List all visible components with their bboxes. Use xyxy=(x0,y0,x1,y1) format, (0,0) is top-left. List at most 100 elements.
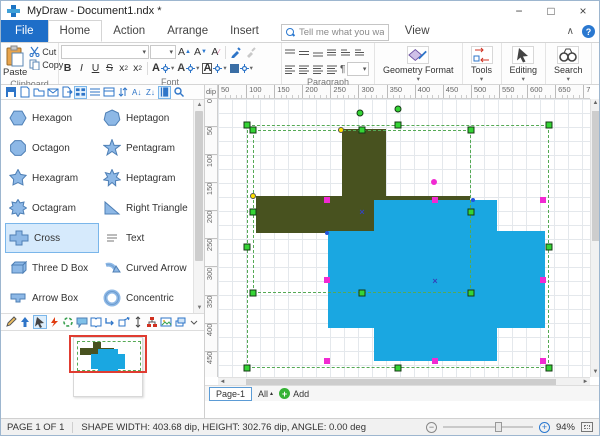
shape-rotation-handle[interactable] xyxy=(431,179,437,185)
align-middle-icon[interactable] xyxy=(298,48,310,59)
horizontal-scrollbar[interactable]: ◄► xyxy=(218,377,590,385)
v-arrows-tool-icon[interactable] xyxy=(131,315,144,329)
bullet-list-icon[interactable] xyxy=(326,48,338,59)
save-icon[interactable] xyxy=(4,86,17,99)
resize-handle[interactable] xyxy=(546,244,553,251)
connector-tool-icon[interactable] xyxy=(104,315,117,329)
resize-handle[interactable] xyxy=(359,127,366,134)
resize-handle[interactable] xyxy=(250,209,257,216)
zoom-slider[interactable] xyxy=(443,426,533,428)
resize-handle[interactable] xyxy=(468,209,475,216)
paragraph-mark-icon[interactable]: ¶ xyxy=(340,64,345,75)
tab-insert[interactable]: Insert xyxy=(219,20,270,42)
shape-handle[interactable] xyxy=(432,358,438,364)
sort-updown-icon[interactable] xyxy=(116,86,129,99)
add-page-button[interactable]: + Add xyxy=(279,388,309,399)
control-point-handle[interactable] xyxy=(250,193,256,199)
pointer-tool-icon[interactable] xyxy=(33,315,47,329)
shape-item-right-triangle[interactable]: Right Triangle xyxy=(99,193,193,223)
geometry-format-button[interactable]: Geometry Format▾ xyxy=(377,44,460,83)
loop-tool-icon[interactable] xyxy=(62,315,75,329)
resize-handle[interactable] xyxy=(546,365,553,372)
text-style-button[interactable]: A▾ xyxy=(176,62,200,74)
shape-item-cross[interactable]: Cross xyxy=(5,223,99,253)
grid-view-icon[interactable] xyxy=(74,86,87,99)
rotation-handle[interactable] xyxy=(395,106,402,113)
shape-item-octagon[interactable]: Octagon xyxy=(5,133,99,163)
lightning-tool-icon[interactable] xyxy=(48,315,61,329)
text-outline-button[interactable]: A▾ xyxy=(201,63,227,74)
shape-item-hexagon[interactable]: Hexagon xyxy=(5,103,99,133)
tab-action[interactable]: Action xyxy=(102,20,156,42)
editing-button[interactable]: Editing▾ xyxy=(504,44,544,83)
font-family-combo[interactable]: ▾ xyxy=(61,45,149,59)
resize-handle[interactable] xyxy=(359,290,366,297)
shape-item-heptagram[interactable]: Heptagram xyxy=(99,163,193,193)
rotation-handle[interactable] xyxy=(357,110,364,117)
font-size-combo[interactable]: ▾ xyxy=(150,45,176,59)
library-book-icon[interactable] xyxy=(158,86,171,99)
caret-down-tool-icon[interactable] xyxy=(187,315,200,329)
vertical-scrollbar[interactable]: ▲▼ xyxy=(590,99,599,377)
tab-home[interactable]: Home xyxy=(48,20,103,42)
shape-handle[interactable] xyxy=(324,197,330,203)
resize-handle[interactable] xyxy=(546,122,553,129)
align-top-icon[interactable] xyxy=(284,48,296,59)
shape-handle[interactable] xyxy=(540,277,546,283)
eyedropper-button[interactable] xyxy=(229,45,243,59)
underline-button[interactable]: U xyxy=(89,61,102,75)
picture-tool-icon[interactable] xyxy=(159,315,172,329)
grow-font-button[interactable]: A▲ xyxy=(177,45,192,59)
superscript-button[interactable]: x2 xyxy=(131,61,144,75)
tools-button[interactable]: Tools▾ xyxy=(465,44,499,83)
shape-fill-button[interactable]: ▾ xyxy=(229,64,254,73)
align-bottom-icon[interactable] xyxy=(312,48,324,59)
shape-handle[interactable] xyxy=(324,277,330,283)
shape-handle[interactable] xyxy=(432,197,438,203)
fit-page-icon[interactable] xyxy=(581,422,593,432)
export-doc-icon[interactable] xyxy=(60,86,73,99)
tab-view[interactable]: View xyxy=(394,20,441,42)
search-icon[interactable] xyxy=(172,86,185,99)
resize-handle[interactable] xyxy=(395,365,402,372)
shape-item-heptagon[interactable]: Heptagon xyxy=(99,103,193,133)
shape-item-concentric[interactable]: Concentric xyxy=(99,283,193,313)
align-left-icon[interactable] xyxy=(284,64,296,75)
all-pages-button[interactable]: All▴ xyxy=(258,389,273,399)
library-scrollbar[interactable]: ▲ ▼ xyxy=(193,100,204,313)
new-doc-icon[interactable] xyxy=(18,86,31,99)
search-button[interactable]: Search▾ xyxy=(548,44,589,83)
resize-handle[interactable] xyxy=(244,365,251,372)
close-button[interactable]: × xyxy=(567,1,599,21)
align-center-icon[interactable] xyxy=(298,64,310,75)
shape-handle[interactable] xyxy=(540,197,546,203)
list-view-icon[interactable] xyxy=(88,86,101,99)
paste-button[interactable]: Paste xyxy=(3,44,27,78)
shape-item-hexagram[interactable]: Hexagram xyxy=(5,163,99,193)
resize-handle[interactable] xyxy=(250,127,257,134)
sort-za-icon[interactable]: Z↓ xyxy=(144,86,157,99)
pencil-tool-icon[interactable] xyxy=(5,315,18,329)
shape-handle[interactable] xyxy=(540,358,546,364)
open-folder-icon[interactable] xyxy=(32,86,45,99)
sort-az-icon[interactable]: A↓ xyxy=(130,86,143,99)
resize-handle[interactable] xyxy=(250,290,257,297)
strikethrough-button[interactable]: S xyxy=(103,61,116,75)
page-tab[interactable]: Page-1 xyxy=(209,387,252,401)
tab-arrange[interactable]: Arrange xyxy=(156,20,219,42)
collapse-ribbon-icon[interactable]: ∧ xyxy=(567,26,574,37)
layers-tool-icon[interactable] xyxy=(173,315,186,329)
mail-doc-icon[interactable] xyxy=(46,86,59,99)
org-chart-tool-icon[interactable] xyxy=(145,315,158,329)
zoom-out-button[interactable]: − xyxy=(426,422,437,433)
resize-handle[interactable] xyxy=(244,244,251,251)
help-icon[interactable]: ? xyxy=(582,25,595,38)
tab-file[interactable]: File xyxy=(1,20,48,42)
resize-handle[interactable] xyxy=(468,290,475,297)
shape-item-octagram[interactable]: Octagram xyxy=(5,193,99,223)
resize-handle[interactable] xyxy=(468,127,475,134)
subscript-button[interactable]: x2 xyxy=(117,61,130,75)
shape-item-pentagram[interactable]: Pentagram xyxy=(99,133,193,163)
shape-item-arrow-box[interactable]: Arrow Box xyxy=(5,283,99,313)
italic-button[interactable]: I xyxy=(75,61,88,75)
